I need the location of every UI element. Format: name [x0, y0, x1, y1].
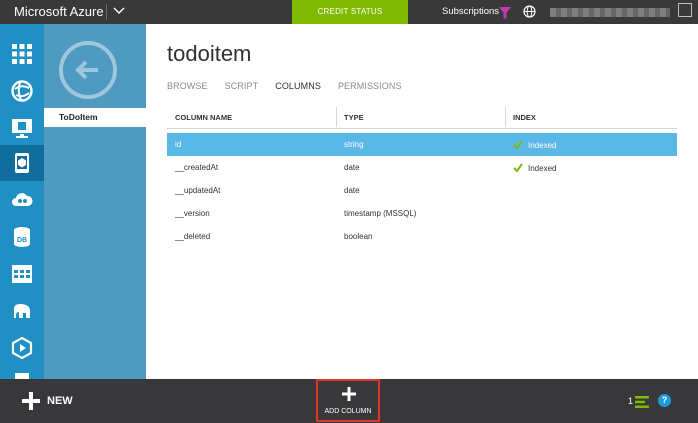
service-nav-rail: DB: [0, 24, 44, 379]
chevron-down-icon[interactable]: [112, 3, 126, 19]
svg-text:DB: DB: [17, 237, 27, 244]
sql-databases-icon[interactable]: DB: [0, 219, 44, 255]
columns-table: COLUMN NAME TYPE INDEX id string Indexed…: [167, 105, 677, 248]
context-panel: ToDoItem: [44, 24, 146, 379]
cell-index: Indexed: [513, 140, 556, 150]
notification-count: 1: [628, 396, 634, 406]
subscriptions-link[interactable]: Subscriptions: [442, 6, 499, 17]
brand-divider: [106, 4, 107, 20]
new-button[interactable]: NEW: [47, 395, 73, 407]
tab-script[interactable]: SCRIPT: [225, 81, 259, 91]
storage-icon[interactable]: [0, 256, 44, 292]
top-bar: Microsoft Azure CREDIT STATUS Subscripti…: [0, 0, 698, 24]
header-column-name[interactable]: COLUMN NAME: [175, 113, 232, 122]
account-menu-icon[interactable]: [676, 3, 694, 21]
add-column-label: ADD COLUMN: [324, 408, 372, 415]
account-name-redacted[interactable]: [550, 8, 670, 17]
cell-column-name: id: [175, 140, 182, 149]
notifications-list-icon[interactable]: [635, 395, 649, 408]
media-services-icon[interactable]: [0, 330, 44, 366]
help-icon[interactable]: ?: [658, 394, 671, 407]
tab-permissions[interactable]: PERMISSIONS: [338, 81, 402, 91]
brand-title[interactable]: Microsoft Azure: [14, 4, 104, 19]
add-column-button[interactable]: ADD COLUMN: [316, 379, 380, 422]
plus-icon: [342, 387, 356, 401]
cell-index: Indexed: [513, 163, 556, 173]
arrow-left-icon: [75, 60, 98, 80]
tab-bar: BROWSE SCRIPT COLUMNS PERMISSIONS: [167, 81, 419, 91]
hdinsight-icon[interactable]: [0, 293, 44, 329]
header-divider: [505, 107, 506, 127]
cell-type: date: [344, 186, 360, 195]
service-bus-icon[interactable]: [0, 365, 44, 379]
credit-status-button[interactable]: CREDIT STATUS: [292, 0, 408, 24]
cloud-services-icon[interactable]: [0, 182, 44, 218]
table-row[interactable]: __createdAt date Indexed: [167, 156, 677, 179]
header-divider: [336, 107, 337, 127]
back-button[interactable]: [59, 41, 117, 99]
cell-column-name: __version: [175, 209, 210, 218]
filter-icon[interactable]: [499, 6, 511, 19]
header-index[interactable]: INDEX: [513, 113, 536, 122]
cell-type: boolean: [344, 232, 373, 241]
check-icon: [513, 163, 523, 173]
panel-item-todoitem[interactable]: ToDoItem: [44, 108, 146, 127]
header-type[interactable]: TYPE: [344, 113, 364, 122]
cell-type: date: [344, 163, 360, 172]
tab-browse[interactable]: BROWSE: [167, 81, 208, 91]
cell-type: timestamp (MSSQL): [344, 209, 417, 218]
table-header: COLUMN NAME TYPE INDEX: [167, 105, 677, 129]
cell-column-name: __deleted: [175, 232, 211, 241]
command-bar: NEW ADD COLUMN 1 ?: [0, 379, 698, 423]
index-label: Indexed: [528, 141, 557, 150]
table-row[interactable]: __version timestamp (MSSQL): [167, 202, 677, 225]
check-icon: [513, 140, 523, 150]
cell-column-name: __createdAt: [175, 163, 219, 172]
index-label: Indexed: [528, 164, 557, 173]
tab-columns[interactable]: COLUMNS: [275, 81, 321, 91]
mobile-services-icon[interactable]: [0, 145, 44, 181]
cell-type: string: [344, 140, 364, 149]
table-row[interactable]: __deleted boolean: [167, 225, 677, 248]
all-items-icon[interactable]: [0, 36, 44, 72]
virtual-machines-icon[interactable]: [0, 110, 44, 146]
globe-icon[interactable]: [523, 5, 536, 18]
table-row[interactable]: id string Indexed: [167, 133, 677, 156]
page-title: todoitem: [167, 41, 252, 66]
web-sites-icon[interactable]: [0, 73, 44, 109]
cell-column-name: __updatedAt: [175, 186, 221, 195]
table-row[interactable]: __updatedAt date: [167, 179, 677, 202]
new-plus-icon[interactable]: [22, 392, 40, 410]
